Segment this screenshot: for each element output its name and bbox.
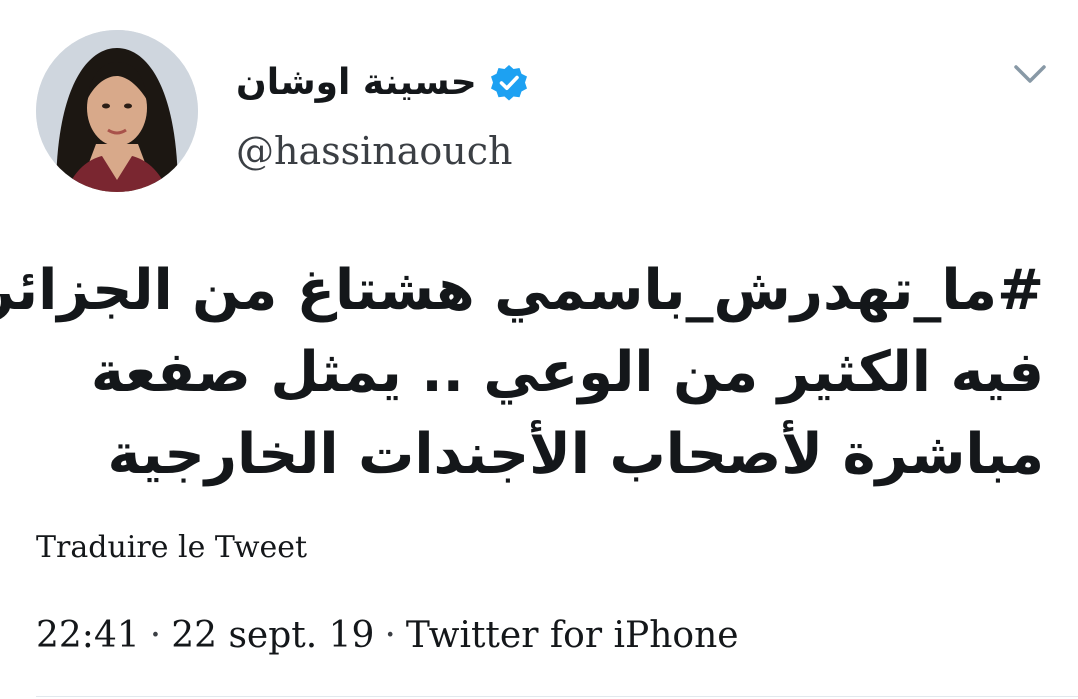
- tweet-time[interactable]: 22:41: [36, 615, 140, 656]
- tweet-text: #ما_تهدرش_باسمي هشتاغ من الجزائر فيه الك…: [0, 250, 1044, 496]
- tweet-text-line: مباشرة لأصحاب الأجندات الخارجية: [107, 422, 1044, 487]
- tweet-text-line[interactable]: #ما_تهدرش_باسمي هشتاغ من الجزائر: [0, 250, 1044, 332]
- translate-tweet-link[interactable]: Traduire le Tweet: [36, 528, 307, 568]
- chevron-down-icon[interactable]: [1010, 58, 1050, 90]
- meta-separator: ·: [149, 615, 162, 656]
- author-name-row[interactable]: حسينة اوشان: [236, 58, 529, 108]
- author-display-name[interactable]: حسينة اوشان: [236, 58, 477, 108]
- avatar-image: [36, 30, 198, 192]
- tweet-detail: حسينة اوشان @hassinaouch #ما_تهدرش_باسمي…: [0, 0, 1078, 699]
- tweet-source[interactable]: Twitter for iPhone: [406, 615, 739, 656]
- verified-badge-icon: [489, 63, 529, 103]
- author-handle[interactable]: @hassinaouch: [236, 128, 513, 174]
- tweet-text-line: فيه الكثير من الوعي .. يمثل صفعة: [90, 340, 1044, 405]
- tweet-metadata: 22:41 · 22 sept. 19 · Twitter for iPhone: [36, 612, 739, 660]
- divider: [36, 696, 1078, 697]
- tweet-date[interactable]: 22 sept. 19: [171, 615, 374, 656]
- avatar[interactable]: [36, 30, 198, 192]
- meta-separator: ·: [384, 615, 396, 656]
